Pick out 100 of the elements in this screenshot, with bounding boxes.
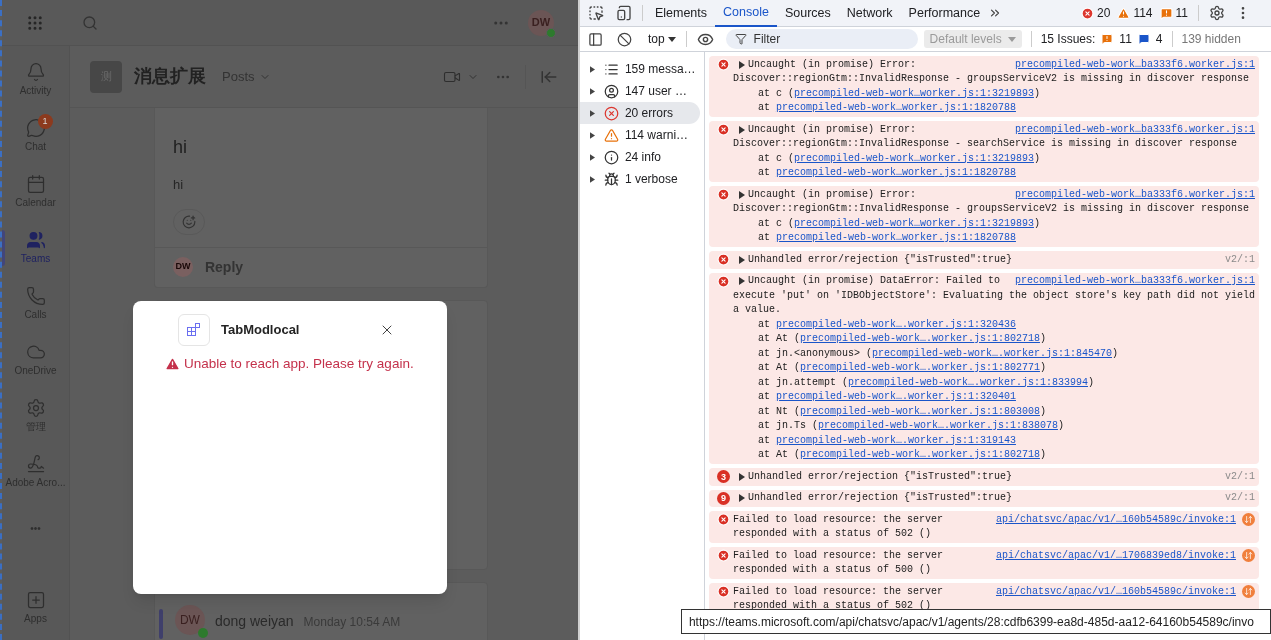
source-link[interactable]: precompiled-web-work….worker.js:1:838078 (817, 419, 1058, 434)
source-link[interactable]: precompiled-web-work….worker.js:1:802718 (799, 332, 1040, 347)
warning-icon (164, 356, 181, 373)
calendar-icon (25, 174, 46, 194)
stack-text: at (757, 317, 771, 332)
expand-triangle-icon[interactable] (589, 153, 595, 161)
expand-triangle-icon[interactable] (737, 494, 746, 503)
devtools-tab[interactable]: Performance (900, 0, 989, 27)
source-link[interactable]: precompiled-web-work….worker.js:1:320401 (775, 390, 1016, 405)
source-link[interactable]: api/chatsvc/apac/v1/…1706839ed8/invoke:1 (995, 548, 1236, 563)
stack-text: ) (1033, 216, 1040, 231)
bug-icon (603, 171, 619, 187)
issue-count: 4 (1155, 31, 1163, 48)
source-link[interactable]: precompiled-web-work…ba333f6.worker.js:1 (1014, 122, 1255, 137)
user-icon (603, 83, 619, 99)
sidebar-item[interactable]: 147 user … (579, 80, 700, 102)
sidebar-item[interactable]: 1 verbose (579, 168, 700, 190)
source-link[interactable]: precompiled-web-work…ba333f6.worker.js:1 (1014, 187, 1255, 202)
stack-text: at (757, 231, 771, 245)
issue-icon (1101, 33, 1114, 45)
url-tooltip: https://teams.microsoft.com/api/chatsvc/apac/v1/agents/28:cdfb6399-ea8d-485d-aa12-64160b54589c/invo (680, 609, 1271, 634)
post-heading: hi (172, 136, 188, 159)
settings-icon[interactable] (1209, 5, 1225, 21)
source-link[interactable]: precompiled-web-work…worker.js:1:3219893 (793, 151, 1034, 166)
source-link[interactable]: precompiled-web-work….worker.js:1:320436 (775, 317, 1016, 332)
sidebar-label: 1 verbose (624, 171, 678, 188)
stack-text: ) (1033, 86, 1040, 101)
source-link[interactable]: api/chatsvc/apac/v1/…160b54589c/invoke:1 (995, 584, 1236, 599)
warning-icon (603, 127, 619, 143)
sidebar-toggle-icon[interactable] (587, 31, 603, 47)
expand-triangle-icon[interactable] (589, 175, 595, 183)
people-icon (25, 230, 46, 250)
source-link[interactable]: precompiled-web-work….worker.js:1:845470 (871, 346, 1112, 361)
sidebar-item[interactable]: 20 errors (579, 102, 700, 124)
stack-text: at (757, 166, 771, 180)
sidebar-label: 24 info (624, 149, 661, 166)
chat-icon (25, 118, 46, 138)
expand-triangle-icon[interactable] (737, 255, 746, 264)
expand-triangle-icon[interactable] (589, 65, 595, 73)
expand-triangle-icon[interactable] (737, 277, 746, 286)
source-link[interactable]: precompiled-web-work….worker.js:1:319143 (775, 433, 1016, 448)
stack-text: at jn.Ts ( (757, 419, 818, 433)
source-location: v2/:1 (1225, 469, 1255, 484)
source-link[interactable]: precompiled-web-work…worker.js:1:1820788 (775, 166, 1016, 181)
devtools-tab[interactable]: Network (838, 0, 901, 27)
app-grid-icon (178, 314, 210, 346)
source-link[interactable]: precompiled-web-work….worker.js:1:833994 (847, 375, 1088, 390)
plus-square-icon (25, 590, 46, 610)
message-text: execute 'put' on 'IDBObjectStore': Evaluating the object store's key path did not yield (732, 288, 1255, 303)
error-icon (716, 585, 730, 599)
stack-text: ) (1112, 346, 1118, 361)
source-link[interactable]: precompiled-web-work…worker.js:1:1820788 (775, 101, 1016, 116)
issues-label[interactable]: 15 Issues: (1040, 30, 1096, 48)
sidebar-item[interactable]: 159 messa… (579, 58, 700, 80)
source-link[interactable]: precompiled-web-work…worker.js:1:1820788 (775, 231, 1016, 246)
source-link[interactable]: precompiled-web-work….worker.js:1:802771 (799, 361, 1040, 376)
stack-text: ) (1057, 419, 1064, 433)
expand-triangle-icon[interactable] (737, 125, 746, 134)
clear-console-icon[interactable] (616, 31, 632, 47)
message-text: Uncaught (in promise) Error: (747, 122, 916, 137)
bell-icon (25, 62, 46, 82)
devtools-tab[interactable]: Elements (646, 0, 715, 27)
message-text: Unhandled error/rejection {"isTrusted":true} (747, 491, 1012, 505)
list-icon (603, 61, 619, 77)
error-icon (1081, 6, 1095, 20)
message-text: responded with a status of 500 () (732, 563, 932, 577)
post-body: hi (172, 176, 185, 194)
devtools-tab[interactable]: Console (715, 0, 777, 27)
filter-field[interactable]: Filter (725, 29, 918, 49)
source-link[interactable]: precompiled-web-work….worker.js:1:803008 (799, 404, 1040, 419)
expand-triangle-icon[interactable] (589, 109, 595, 117)
expand-triangle-icon[interactable] (589, 87, 595, 95)
source-link[interactable]: precompiled-web-work…ba333f6.worker.js:1 (1014, 274, 1255, 289)
expand-triangle-icon[interactable] (737, 190, 746, 199)
error-icon (603, 105, 619, 121)
error-count[interactable]: 20 (1097, 4, 1111, 22)
caret-icon (1007, 36, 1016, 42)
issue-count: 11 (1119, 31, 1132, 48)
error-icon (716, 513, 730, 527)
expand-triangle-icon[interactable] (737, 60, 746, 69)
inspect-element-icon[interactable] (587, 5, 604, 21)
message-text: Failed to load resource: the server (732, 512, 943, 527)
source-link[interactable]: api/chatsvc/apac/v1/…160b54589c/invoke:1 (995, 512, 1236, 527)
message-text: Uncaught (in promise) Error: (747, 57, 916, 72)
source-link[interactable]: precompiled-web-work…worker.js:1:3219893 (793, 216, 1034, 231)
devtools-tab[interactable]: Sources (776, 0, 839, 27)
device-toggle-icon[interactable] (615, 5, 632, 21)
source-link[interactable]: precompiled-web-work…worker.js:1:3219893 (793, 86, 1034, 101)
hidden-count: 139 hidden (1181, 31, 1241, 48)
expand-triangle-icon[interactable] (737, 472, 746, 481)
stack-text: at At ( (757, 448, 800, 462)
issue-count[interactable]: 11 (1175, 4, 1188, 22)
sidebar-item[interactable]: 24 info (579, 146, 700, 168)
source-link[interactable]: precompiled-web-work…ba333f6.worker.js:1 (1014, 57, 1255, 72)
warning-count[interactable]: 114 (1133, 4, 1153, 22)
sidebar-item[interactable]: 114 warni… (579, 124, 700, 146)
context-dropdown[interactable]: top (647, 30, 676, 48)
message-text: Uncaught (in promise) Error: (747, 187, 916, 202)
source-link[interactable]: precompiled-web-work….worker.js:1:802718 (799, 448, 1040, 463)
expand-triangle-icon[interactable] (589, 131, 595, 139)
